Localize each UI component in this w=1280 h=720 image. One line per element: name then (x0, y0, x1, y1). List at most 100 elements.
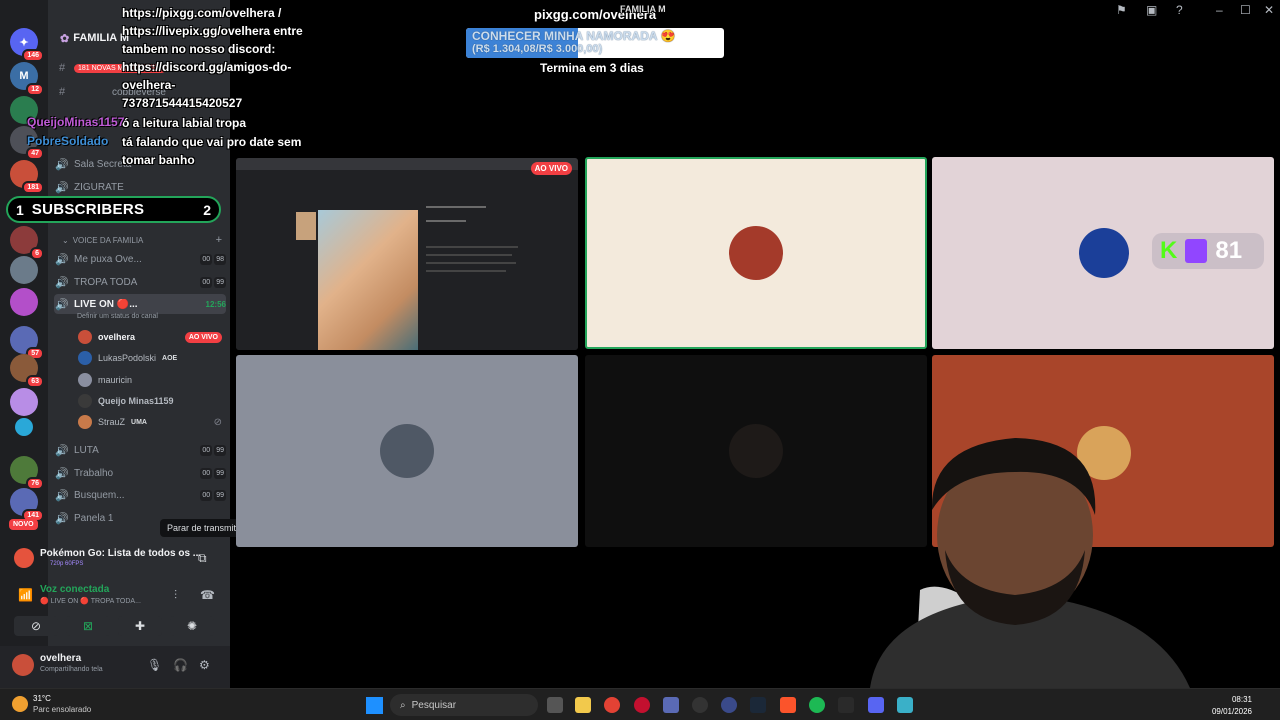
chat-username: QueijoMinas1157 (27, 115, 125, 129)
server-icon[interactable]: M 12 (10, 62, 44, 96)
voice-category[interactable]: ⌄ VOICE DA FAMILIA + (62, 234, 222, 246)
voice-user[interactable]: ovelhera AO VIVO (78, 328, 222, 346)
taskbar-clock[interactable]: 08:31 09/01/2026 (1212, 694, 1252, 718)
stream-quality: 720p 60FPS (50, 561, 84, 567)
screen-share-tile[interactable]: AO VIVO (236, 158, 578, 350)
goal-title: CONHECER MINHA NAMORADA 😍 (472, 29, 676, 43)
speaker-icon: 🔊 (55, 276, 69, 289)
participant-tile[interactable] (236, 355, 578, 547)
minimize-icon[interactable]: – (1216, 3, 1223, 17)
camera-off-button[interactable]: ⊘ (14, 616, 58, 636)
disconnect-icon[interactable]: ☎ (200, 588, 215, 602)
browser-toolbar (236, 158, 578, 170)
user-tag: UMA (131, 418, 147, 426)
stream-title: Pokémon Go: Lista de todos os ... (40, 548, 202, 559)
speaker-icon: 🔊 (55, 467, 69, 480)
channel-status-input[interactable]: Definir um status do canal (77, 313, 158, 320)
voice-channel[interactable]: 🔊 ZIGURATE (54, 177, 226, 197)
hash-icon: # (58, 86, 66, 98)
server-icon[interactable]: 57 (10, 326, 44, 360)
server-icon[interactable]: 141 (10, 488, 44, 522)
voice-channel[interactable]: 🔊 Busquem... 00 99 (54, 485, 226, 505)
participant-tile[interactable]: K 81 (932, 157, 1274, 349)
server-icon[interactable] (10, 388, 38, 416)
voice-channel-path[interactable]: 🔴 LIVE ON 🔴 TROPA TODA... (40, 597, 141, 605)
close-icon[interactable]: ✕ (1264, 3, 1274, 17)
server-icon[interactable] (10, 256, 38, 284)
opera-icon[interactable] (634, 697, 650, 713)
participant-avatar (729, 226, 783, 280)
webcam-feed (870, 438, 1190, 688)
brave-icon[interactable] (780, 697, 796, 713)
message-line: https://livepix.gg/ovelhera entre (122, 24, 303, 38)
voice-user[interactable]: LukasPodolski AOE (78, 349, 222, 367)
screen-share-button[interactable]: ⊠ (66, 616, 110, 636)
server-icon[interactable]: 6 (10, 226, 44, 260)
microphone-icon[interactable]: 🎙 (147, 658, 162, 672)
flag-icon[interactable]: ⚑ (1116, 3, 1127, 17)
inbox-icon[interactable]: ▣ (1146, 3, 1157, 17)
gear-icon[interactable]: ⚙ (199, 658, 210, 672)
task-view-icon[interactable] (547, 697, 563, 713)
server-icon[interactable] (10, 288, 38, 316)
subscribers-goal-bar: 1 SUBSCRIBERS 2 (6, 196, 221, 223)
add-channel-icon[interactable]: + (216, 234, 222, 246)
headphones-icon[interactable]: 🎧 (173, 658, 188, 672)
user-tag: AOE (162, 354, 178, 362)
message-line: ó a leitura labial tropa (122, 116, 247, 130)
speaker-icon: 🔊 (55, 181, 69, 194)
server-icon[interactable]: 63 (10, 354, 44, 388)
live-badge: AO VIVO (184, 331, 222, 343)
soundboard-button[interactable]: ✺ (170, 616, 214, 636)
stop-stream-icon[interactable]: ⧉ (198, 551, 207, 566)
help-icon[interactable]: ? (1176, 3, 1183, 17)
app-icon[interactable] (897, 697, 913, 713)
voice-channel[interactable]: 🔊 LUTA 00 99 (54, 440, 226, 460)
steam-icon[interactable] (750, 697, 766, 713)
user-avatar[interactable] (12, 654, 34, 676)
text-line (426, 254, 512, 256)
app-icon[interactable] (663, 697, 679, 713)
message-line: tá falando que vai pro date sem (122, 135, 302, 149)
app-icon[interactable] (721, 697, 737, 713)
weather-temperature[interactable]: 31°C (33, 694, 51, 703)
app-icon[interactable] (692, 697, 708, 713)
app-icon[interactable] (838, 697, 854, 713)
avatar (78, 373, 92, 387)
activities-icon: ✚ (134, 619, 146, 633)
voice-channel[interactable]: 🔊 Me puxa Ove... 00 98 (54, 249, 226, 269)
search-icon: ⌕ (400, 699, 406, 711)
voice-user[interactable]: mauricin (78, 371, 222, 389)
windows-start-icon[interactable] (366, 697, 383, 714)
camera-off-icon: ⊘ (30, 619, 42, 633)
chrome-icon[interactable] (604, 697, 620, 713)
noise-suppression-icon[interactable]: ⫶ (174, 588, 177, 603)
maximize-icon[interactable]: ☐ (1240, 3, 1251, 17)
user-name[interactable]: ovelhera (40, 653, 81, 664)
server-icon[interactable]: 76 (10, 456, 44, 490)
text-line (426, 270, 506, 272)
discord-icon[interactable] (868, 697, 884, 713)
voice-channel-active[interactable]: 🔊 LIVE ON 🔴... 12:56 (54, 294, 226, 314)
spotify-icon[interactable] (809, 697, 825, 713)
voice-user[interactable]: StrauZ UMA ⊘ (78, 413, 222, 431)
message-line: https://discord.gg/amigos-do- (122, 60, 292, 74)
file-explorer-icon[interactable] (575, 697, 591, 713)
signal-icon[interactable]: 📶 (18, 588, 33, 602)
server-icon[interactable]: 181 (10, 160, 44, 194)
soundboard-icon: ✺ (186, 619, 198, 633)
call-timer: 12:56 (205, 299, 226, 309)
weather-icon[interactable] (12, 696, 28, 712)
text-line (426, 262, 516, 264)
discord-home-icon[interactable]: ✦ 146 (10, 28, 44, 62)
voice-user[interactable]: Queijo Minas1159 (78, 392, 222, 410)
server-icon[interactable] (15, 418, 33, 436)
voice-connected-label: Voz conectada (40, 584, 110, 595)
speaker-icon: 🔊 (55, 253, 69, 266)
taskbar-search[interactable]: ⌕ Pesquisar (390, 694, 538, 716)
viewer-count-badge: K 81 (1152, 233, 1264, 269)
activities-button[interactable]: ✚ (118, 616, 162, 636)
voice-channel[interactable]: 🔊 Trabalho 00 99 (54, 463, 226, 483)
voice-channel[interactable]: 🔊 TROPA TODA 00 99 (54, 272, 226, 292)
participant-tile[interactable] (585, 157, 927, 349)
